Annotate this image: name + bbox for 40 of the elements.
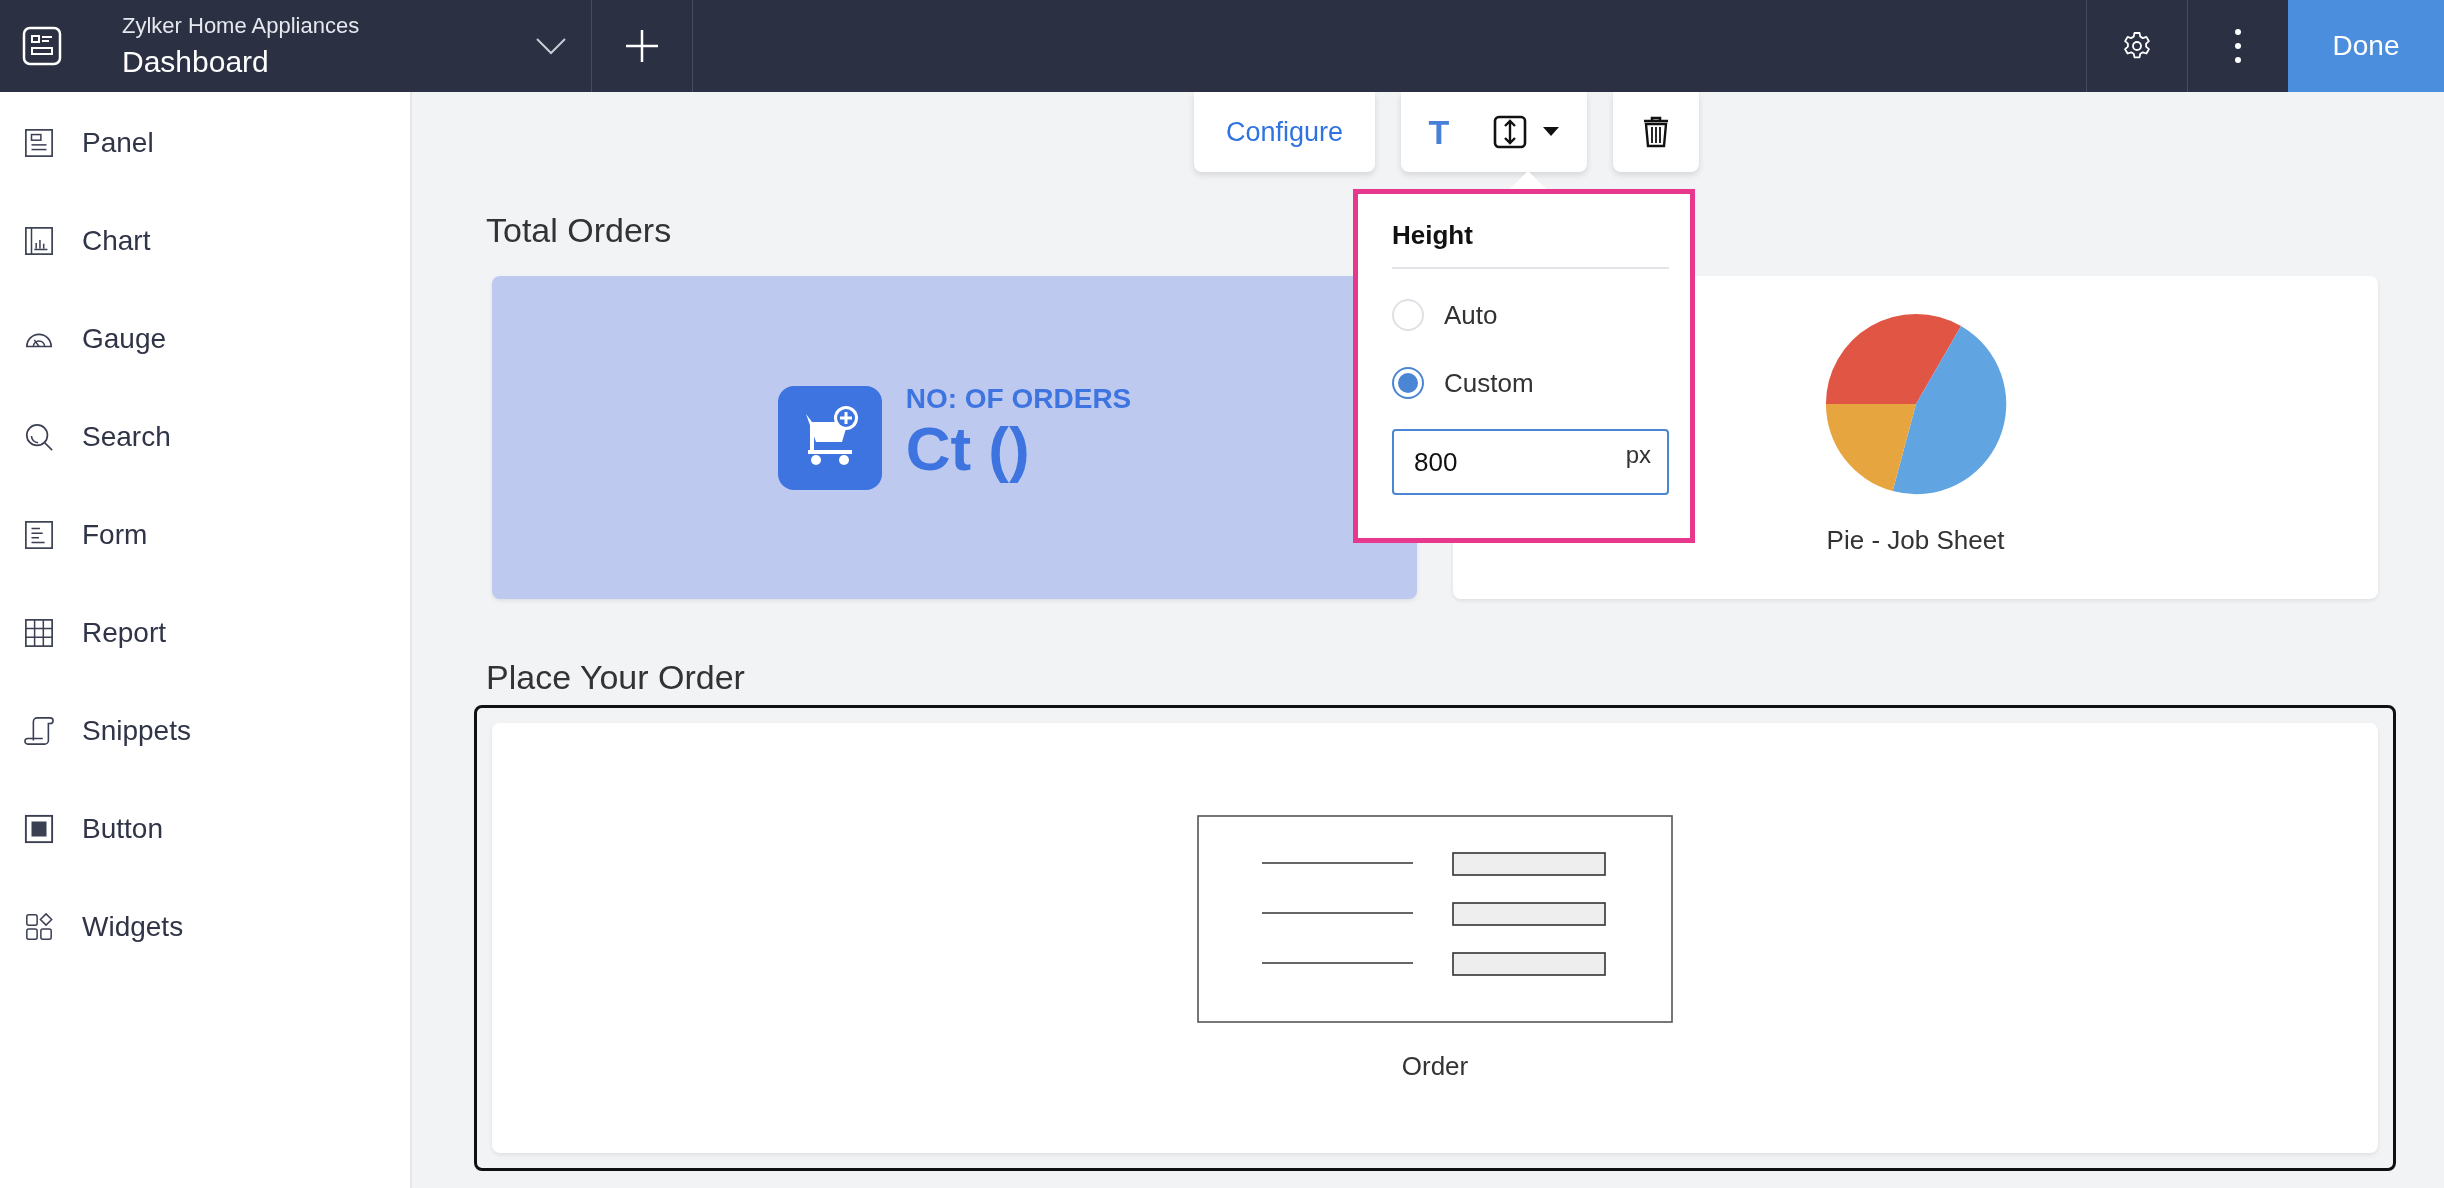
sidebar-item[interactable]: Report — [0, 584, 410, 682]
cart-icon — [777, 385, 882, 490]
sidebar-item[interactable]: Button — [0, 780, 410, 878]
plus-icon[interactable] — [624, 28, 660, 64]
delete-icon[interactable] — [1643, 116, 1669, 148]
report-icon — [24, 618, 54, 648]
sidebar-item[interactable]: Search — [0, 388, 410, 486]
sidebar-item[interactable]: Widgets — [0, 878, 410, 976]
sidebar-item[interactable]: Snippets — [0, 682, 410, 780]
kpi-value: Ct () — [905, 415, 1031, 484]
height-icon[interactable] — [1493, 115, 1528, 149]
caret-down-icon[interactable] — [1543, 127, 1560, 137]
configure-button[interactable]: Configure — [1194, 92, 1375, 172]
dashboard-icon[interactable] — [22, 26, 62, 66]
app-name: Zylker Home Appliances — [122, 13, 361, 39]
snippets-icon — [24, 716, 54, 746]
button-icon — [24, 814, 54, 844]
radio-option[interactable]: Custom — [1392, 349, 1669, 417]
text-style-button[interactable]: T — [1428, 112, 1450, 152]
sidebar-item[interactable]: Panel — [0, 94, 410, 192]
search-icon — [24, 422, 54, 452]
section-title: Place Your Order — [486, 657, 745, 697]
chart-caption: Pie - Job Sheet — [1826, 525, 2005, 556]
sidebar-item[interactable]: Gauge — [0, 290, 410, 388]
form-caption: Order — [1401, 1050, 1469, 1082]
radio-option[interactable]: Auto — [1392, 281, 1669, 349]
panel-icon — [24, 128, 54, 158]
unit-label: px — [1625, 441, 1651, 469]
sidebar-item[interactable]: Form — [0, 486, 410, 584]
section-title: Total Orders — [486, 210, 672, 250]
sidebar-item[interactable]: Chart — [0, 192, 410, 290]
chevron-down-icon[interactable] — [535, 36, 567, 56]
popup-title: Height — [1392, 220, 1474, 251]
widgets-icon — [24, 912, 54, 942]
form-icon — [24, 520, 54, 550]
chart-icon — [24, 226, 54, 256]
kpi-label: NO: OF ORDERS — [905, 383, 1132, 416]
radio-button[interactable] — [1392, 367, 1424, 399]
page-title: Dashboard — [122, 45, 270, 79]
more-options-icon[interactable] — [2234, 28, 2242, 64]
